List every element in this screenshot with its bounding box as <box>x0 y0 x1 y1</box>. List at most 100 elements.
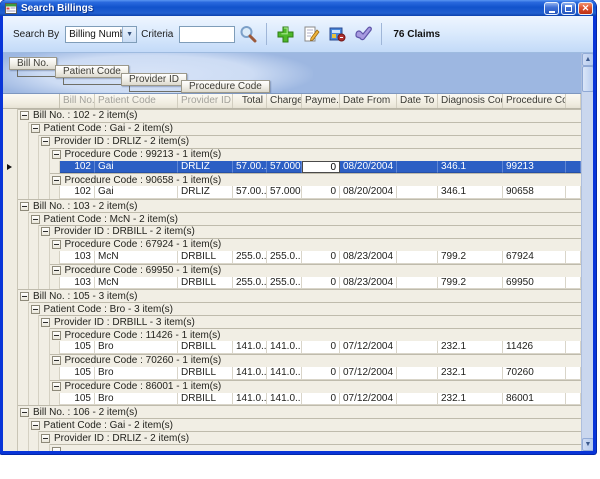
data-row[interactable]: 105BroDRBILL141.0...141.0...007/12/20042… <box>3 367 581 380</box>
cell-date_to[interactable] <box>397 341 438 354</box>
cell-total[interactable]: 141.0... <box>233 367 267 380</box>
cell-payment[interactable]: 0 <box>302 277 340 290</box>
cell-total[interactable]: 57.00... <box>233 161 267 174</box>
cell-total[interactable]: 255.0... <box>233 277 267 290</box>
group-row[interactable]: Bill No. : 102 - 2 item(s) <box>3 109 581 122</box>
cell-charges[interactable]: 255.0... <box>267 251 302 264</box>
group-chip-patient-code[interactable]: Patient Code <box>55 65 129 78</box>
collapse-icon[interactable] <box>52 240 61 249</box>
group-cell[interactable] <box>50 444 582 451</box>
group-row[interactable]: Bill No. : 103 - 2 item(s) <box>3 199 581 212</box>
cell-procedure_code[interactable]: 70260 <box>503 367 566 380</box>
row-indicator[interactable] <box>3 367 18 380</box>
cell-payment[interactable]: 0 <box>302 251 340 264</box>
group-cell[interactable]: Patient Code : Bro - 3 item(s) <box>29 302 582 315</box>
row-indicator[interactable] <box>3 225 18 238</box>
group-row[interactable]: Procedure Code : 70260 - 1 item(s) <box>3 354 581 367</box>
group-row[interactable]: Bill No. : 105 - 3 item(s) <box>3 289 581 302</box>
column-header-procedure_code[interactable]: Procedure Code <box>503 94 566 108</box>
column-header-charges[interactable]: Charges <box>267 94 302 108</box>
collapse-icon[interactable] <box>20 202 29 211</box>
column-header-date_to[interactable]: Date To <box>397 94 438 108</box>
group-row[interactable]: Procedure Code : 67924 - 1 item(s) <box>3 238 581 251</box>
row-indicator[interactable] <box>3 212 18 225</box>
group-row[interactable]: Patient Code : McN - 2 item(s) <box>3 212 581 225</box>
search-button[interactable] <box>237 23 259 45</box>
group-cell[interactable]: Procedure Code : 11426 - 1 item(s) <box>50 328 582 341</box>
cell-diagnosis_code[interactable]: 232.1 <box>438 341 503 354</box>
cell-payment[interactable]: 0 <box>302 341 340 354</box>
data-row[interactable]: 102GaiDRLIZ57.00...57.0000008/20/2004346… <box>3 186 581 199</box>
collapse-icon[interactable] <box>52 176 61 185</box>
row-indicator[interactable] <box>3 354 18 367</box>
group-chip-procedure-code[interactable]: Procedure Code <box>181 80 270 93</box>
criteria-input[interactable] <box>179 26 235 43</box>
cell-payment[interactable]: 0 <box>302 161 340 174</box>
cell-diagnosis_code[interactable]: 346.1 <box>438 186 503 199</box>
cell-charges[interactable]: 57.0000 <box>267 161 302 174</box>
group-cell[interactable]: Provider ID : DRBILL - 3 item(s) <box>39 315 581 328</box>
row-indicator[interactable] <box>3 199 18 212</box>
group-row[interactable]: Provider ID : DRBILL - 2 item(s) <box>3 225 581 238</box>
cell-bill_no[interactable]: 103 <box>60 251 95 264</box>
data-row[interactable]: 103McNDRBILL255.0...255.0...008/23/20047… <box>3 277 581 290</box>
group-cell[interactable]: Provider ID : DRLIZ - 2 item(s) <box>39 135 581 148</box>
row-indicator[interactable] <box>3 173 18 186</box>
cell-bill_no[interactable]: 105 <box>60 393 95 406</box>
collapse-icon[interactable] <box>52 356 61 365</box>
group-cell[interactable]: Procedure Code : 90658 - 1 item(s) <box>50 173 582 186</box>
column-header-diagnosis_code[interactable]: Diagnosis Code <box>438 94 503 108</box>
cell-bill_no[interactable]: 102 <box>60 186 95 199</box>
cell-date_to[interactable] <box>397 251 438 264</box>
cell-date_from[interactable]: 07/12/2004 <box>340 393 397 406</box>
cell-patient_code[interactable]: Bro <box>95 341 178 354</box>
collapse-icon[interactable] <box>41 137 50 146</box>
cell-patient_code[interactable]: Bro <box>95 367 178 380</box>
row-indicator[interactable] <box>3 289 18 302</box>
scroll-down-button[interactable]: ▼ <box>582 438 593 451</box>
cell-provider_id[interactable]: DRBILL <box>178 277 233 290</box>
cell-patient_code[interactable]: McN <box>95 277 178 290</box>
cell-total[interactable]: 141.0... <box>233 341 267 354</box>
group-cell[interactable]: Bill No. : 106 - 2 item(s) <box>18 405 581 418</box>
collapse-icon[interactable] <box>41 318 50 327</box>
group-cell[interactable]: Procedure Code : 70260 - 1 item(s) <box>50 354 582 367</box>
row-indicator[interactable] <box>3 148 18 161</box>
row-indicator[interactable] <box>3 109 18 122</box>
collapse-icon[interactable] <box>20 111 29 120</box>
cell-provider_id[interactable]: DRLIZ <box>178 186 233 199</box>
report-button[interactable] <box>326 23 348 45</box>
row-indicator[interactable] <box>3 186 18 199</box>
search-by-select[interactable]: Billing Number ▼ <box>65 26 137 43</box>
edit-button[interactable] <box>300 23 322 45</box>
group-row[interactable]: Procedure Code : 69950 - 1 item(s) <box>3 264 581 277</box>
column-header-total[interactable]: Total <box>233 94 267 108</box>
group-cell[interactable]: Bill No. : 102 - 2 item(s) <box>18 109 581 122</box>
group-row[interactable]: Procedure Code : 90658 - 1 item(s) <box>3 173 581 186</box>
cell-diagnosis_code[interactable]: 799.2 <box>438 251 503 264</box>
cell-total[interactable]: 141.0... <box>233 393 267 406</box>
cell-date_from[interactable]: 08/23/2004 <box>340 277 397 290</box>
row-indicator[interactable] <box>3 380 18 393</box>
collapse-icon[interactable] <box>52 266 61 275</box>
scroll-up-button[interactable]: ▲ <box>582 53 593 66</box>
close-button[interactable]: ✕ <box>578 2 593 15</box>
collapse-icon[interactable] <box>31 124 40 133</box>
chevron-down-icon[interactable]: ▼ <box>122 27 136 42</box>
row-indicator[interactable] <box>3 341 18 354</box>
group-row[interactable]: Procedure Code : 99213 - 1 item(s) <box>3 148 581 161</box>
maximize-button[interactable] <box>561 2 576 15</box>
group-row[interactable]: Provider ID : DRLIZ - 2 item(s) <box>3 431 581 444</box>
row-indicator[interactable] <box>3 135 18 148</box>
cell-total[interactable]: 57.00... <box>233 186 267 199</box>
minimize-button[interactable] <box>544 2 559 15</box>
group-row[interactable]: Patient Code : Gai - 2 item(s) <box>3 418 581 431</box>
group-cell[interactable]: Procedure Code : 67924 - 1 item(s) <box>50 238 582 251</box>
row-indicator[interactable] <box>3 251 18 264</box>
group-cell[interactable]: Procedure Code : 69950 - 1 item(s) <box>50 264 582 277</box>
cell-procedure_code[interactable]: 86001 <box>503 393 566 406</box>
row-indicator[interactable] <box>3 431 18 444</box>
group-cell[interactable]: Provider ID : DRBILL - 2 item(s) <box>39 225 581 238</box>
collapse-icon[interactable] <box>31 305 40 314</box>
row-indicator[interactable] <box>3 328 18 341</box>
